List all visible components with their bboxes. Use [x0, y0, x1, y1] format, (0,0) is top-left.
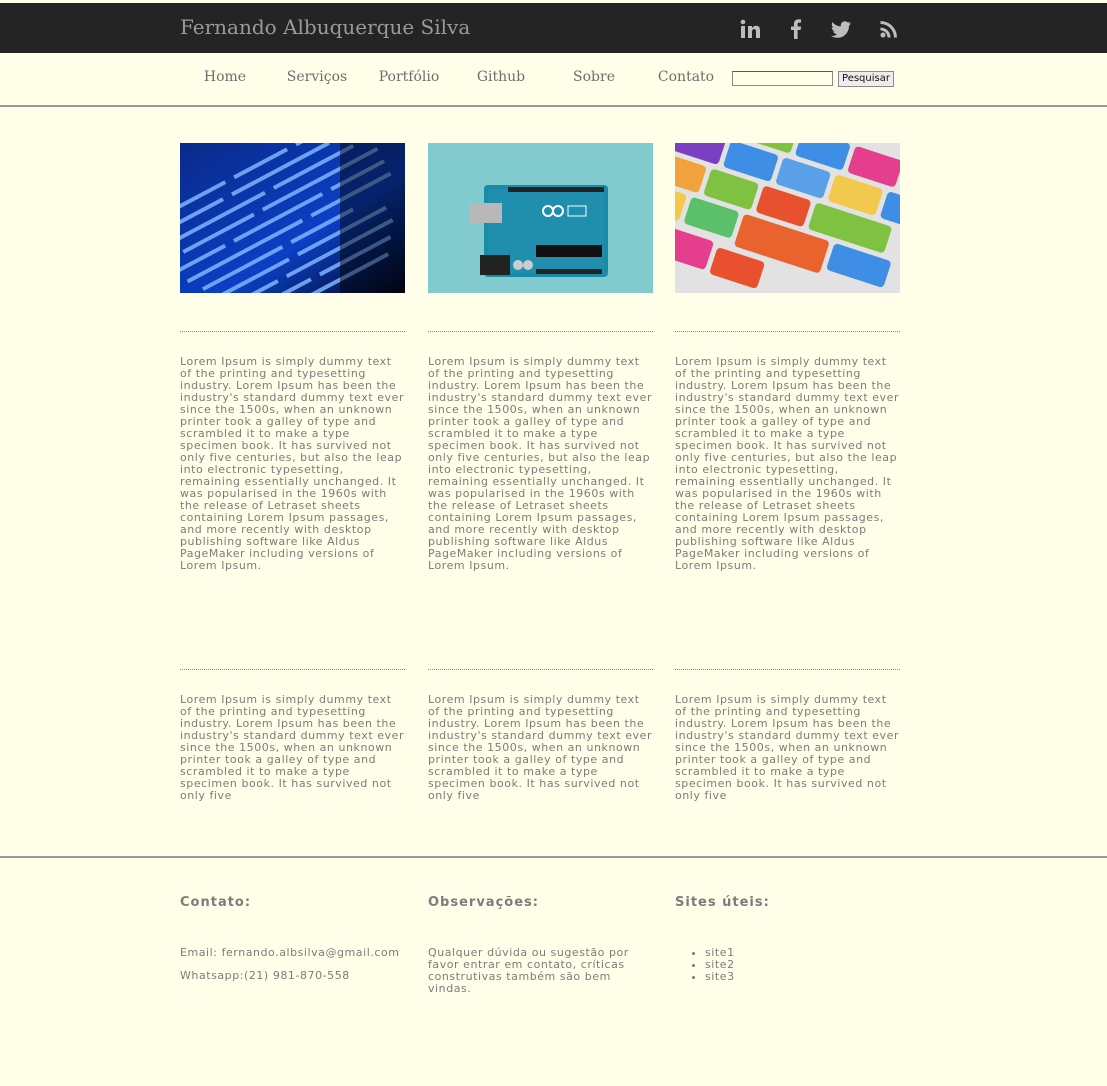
divider	[428, 331, 653, 332]
search-input[interactable]	[732, 71, 833, 86]
code-screen-image	[180, 143, 405, 293]
divider	[675, 331, 900, 332]
divider	[180, 669, 405, 670]
site-link[interactable]: site3	[705, 971, 735, 983]
arduino-board-image	[428, 143, 653, 293]
divider	[180, 331, 405, 332]
main-navigation: Home Serviços Portfólio Github Sobre Con…	[0, 53, 1107, 107]
nav-github[interactable]: Github	[455, 69, 547, 85]
card-text: Lorem Ipsum is simply dummy text of the …	[428, 693, 653, 802]
nav-servicos[interactable]: Serviços	[271, 69, 363, 85]
card-text: Lorem Ipsum is simply dummy text of the …	[675, 693, 900, 802]
linkedin-icon[interactable]	[739, 18, 761, 40]
nav-sobre[interactable]: Sobre	[548, 69, 640, 85]
footer-notes-text: Qualquer dúvida ou sugestão por favor en…	[428, 946, 629, 995]
footer-sites-heading: Sites úteis:	[675, 895, 770, 910]
card-text: Lorem Ipsum is simply dummy text of the …	[180, 355, 405, 572]
footer-notes-heading: Observações:	[428, 895, 539, 910]
twitter-icon[interactable]	[830, 18, 852, 40]
nav-contato[interactable]: Contato	[640, 69, 732, 85]
card-text: Lorem Ipsum is simply dummy text of the …	[180, 693, 405, 802]
card-text: Lorem Ipsum is simply dummy text of the …	[675, 355, 900, 572]
site-title[interactable]: Fernando Albuquerque Silva	[180, 15, 470, 39]
footer-contact-heading: Contato:	[180, 895, 252, 910]
footer-whatsapp: Whatsapp:(21) 981-870-558	[180, 969, 350, 982]
search-button[interactable]: Pesquisar	[838, 71, 894, 87]
rss-icon[interactable]	[878, 18, 900, 40]
top-header-bar: Fernando Albuquerque Silva	[0, 3, 1107, 53]
useful-sites-list: site1 site2 site3	[690, 947, 735, 983]
divider	[428, 669, 653, 670]
programming-keyboard-image	[675, 143, 900, 293]
nav-portfolio[interactable]: Portfólio	[363, 69, 455, 85]
footer-email: Email: fernando.albsilva@gmail.com	[180, 946, 400, 959]
footer-divider	[0, 856, 1107, 858]
card-text: Lorem Ipsum is simply dummy text of the …	[428, 355, 653, 572]
nav-home[interactable]: Home	[179, 69, 271, 85]
divider	[675, 669, 900, 670]
facebook-icon[interactable]	[786, 18, 808, 40]
